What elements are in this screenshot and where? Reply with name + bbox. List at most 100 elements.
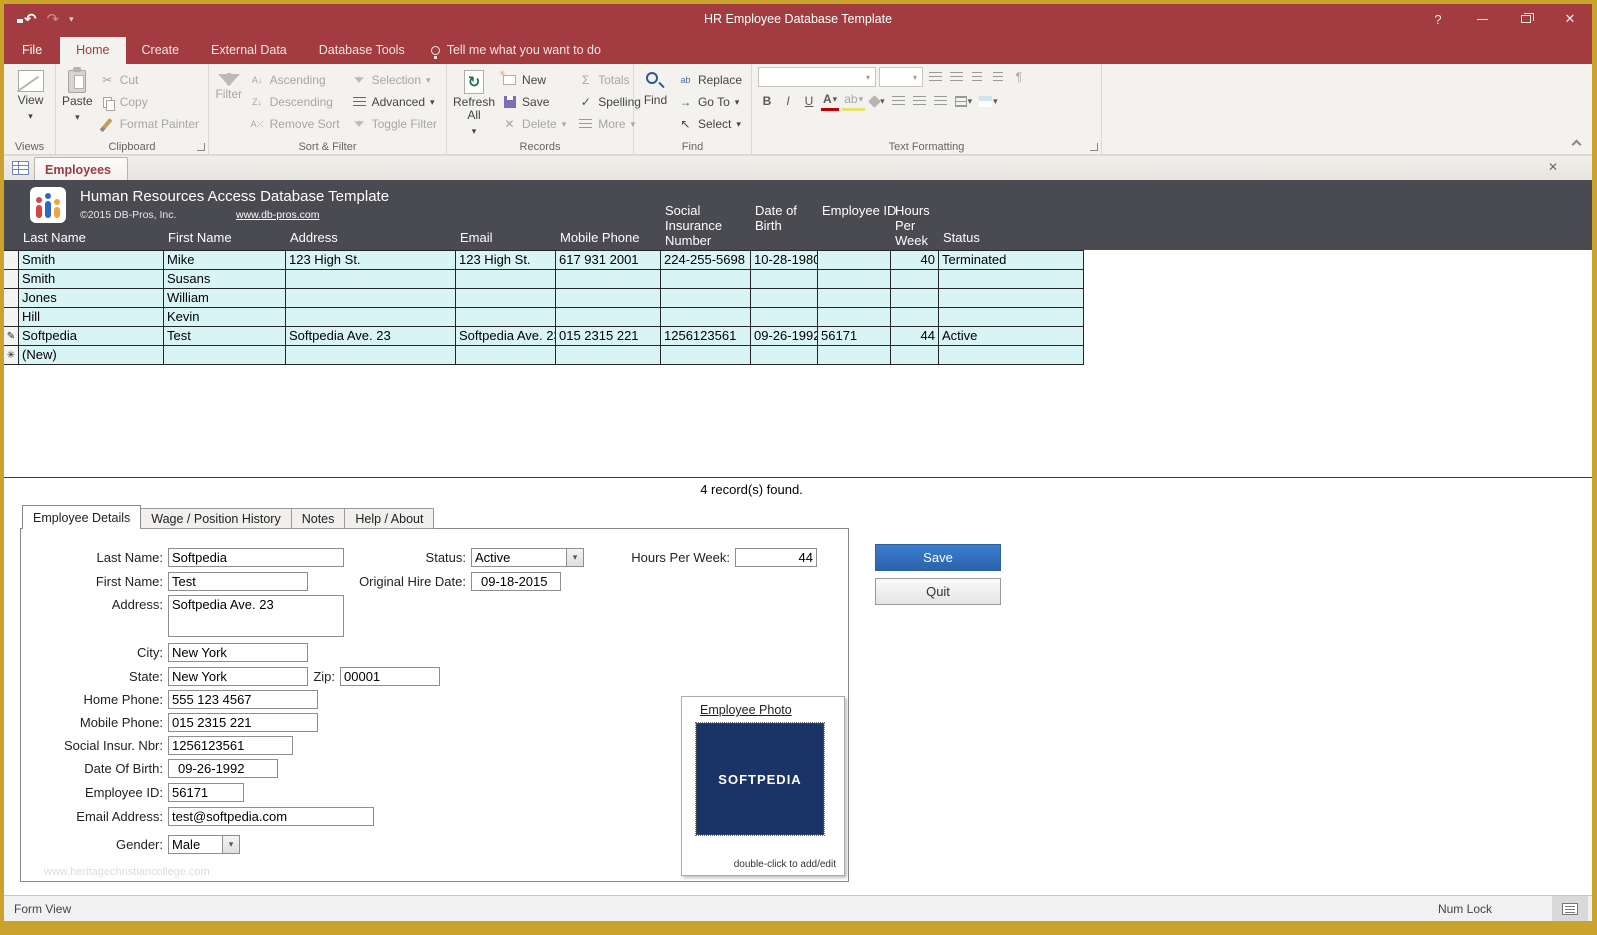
view-button[interactable]: View (10, 67, 51, 123)
state-input[interactable] (168, 667, 308, 686)
tab-employee-details[interactable]: Employee Details (22, 505, 141, 529)
highlight-color-button[interactable]: ab (842, 91, 865, 111)
table-cell[interactable] (556, 346, 661, 364)
italic-button[interactable]: I (779, 91, 797, 111)
tab-create[interactable]: Create (126, 37, 196, 64)
table-cell[interactable]: Smith (19, 270, 164, 288)
zip-input[interactable] (340, 667, 440, 686)
customize-qat-icon[interactable] (69, 14, 74, 25)
home-phone-input[interactable] (168, 690, 318, 709)
table-cell[interactable] (661, 346, 751, 364)
table-cell[interactable] (818, 289, 891, 307)
replace-button[interactable]: ab Replace (673, 69, 747, 91)
table-cell[interactable] (456, 289, 556, 307)
row-selector[interactable]: ✳ (4, 346, 19, 364)
select-button[interactable]: ↖ Select (673, 113, 747, 135)
font-name-combobox[interactable]: ▾ (758, 67, 876, 87)
advanced-button[interactable]: Advanced (347, 91, 442, 113)
new-record-button[interactable]: New (497, 69, 571, 91)
descending-button[interactable]: Z↓ Descending (245, 91, 345, 113)
font-color-button[interactable]: A (821, 91, 839, 111)
table-cell[interactable] (456, 270, 556, 288)
numbering-icon[interactable] (947, 67, 965, 87)
table-cell[interactable]: Jones (19, 289, 164, 307)
city-input[interactable] (168, 643, 308, 662)
gridlines-button[interactable] (953, 91, 975, 111)
employee-photo[interactable]: SOFTPEDIA (696, 723, 824, 835)
alternate-row-color-button[interactable] (977, 91, 1000, 111)
table-cell[interactable] (286, 270, 456, 288)
table-cell[interactable]: Softpedia Ave. 23 (286, 327, 456, 345)
table-cell[interactable] (456, 346, 556, 364)
tab-home[interactable]: Home (60, 37, 125, 64)
table-cell[interactable]: 617 931 2001 (556, 251, 661, 269)
tab-wage-position-history[interactable]: Wage / Position History (141, 508, 291, 529)
align-left-icon[interactable] (890, 91, 908, 111)
fill-color-button[interactable] (868, 91, 887, 111)
delete-record-button[interactable]: ✕ Delete (497, 113, 571, 135)
original-hire-date-input[interactable] (471, 572, 561, 591)
close-object-icon[interactable]: ✕ (1548, 160, 1558, 174)
tab-notes[interactable]: Notes (292, 508, 346, 529)
table-cell[interactable]: Test (164, 327, 286, 345)
undo-icon[interactable]: ↶ (24, 12, 37, 27)
bullets-icon[interactable] (926, 67, 944, 87)
bold-button[interactable]: B (758, 91, 776, 111)
table-cell[interactable]: 123 High St. (286, 251, 456, 269)
table-cell[interactable] (556, 270, 661, 288)
save-record-button[interactable]: Save (497, 91, 571, 113)
table-cell[interactable] (818, 346, 891, 364)
table-cell[interactable]: 44 (891, 327, 939, 345)
refresh-all-button[interactable]: ↻ Refresh All (453, 67, 495, 138)
gender-input[interactable] (168, 835, 222, 854)
paste-button[interactable]: Paste (62, 67, 93, 124)
toggle-filter-button[interactable]: Toggle Filter (347, 113, 442, 135)
table-cell[interactable]: (New) (19, 346, 164, 364)
email-address-input[interactable] (168, 807, 374, 826)
close-icon[interactable]: ✕ (1548, 4, 1592, 34)
go-to-button[interactable]: → Go To (673, 91, 747, 113)
restore-icon[interactable] (1504, 4, 1548, 34)
row-selector[interactable] (4, 308, 19, 326)
table-cell[interactable]: Terminated (939, 251, 1084, 269)
align-center-icon[interactable] (911, 91, 929, 111)
table-cell[interactable] (456, 308, 556, 326)
tab-help-about[interactable]: Help / About (345, 508, 434, 529)
table-cell[interactable]: 1256123561 (661, 327, 751, 345)
table-cell[interactable]: Kevin (164, 308, 286, 326)
table-cell[interactable] (751, 270, 818, 288)
table-cell[interactable] (818, 270, 891, 288)
social-insurance-input[interactable] (168, 736, 293, 755)
table-cell[interactable] (556, 308, 661, 326)
clipboard-dialog-launcher-icon[interactable] (197, 143, 205, 151)
collapse-ribbon-icon[interactable] (1572, 138, 1582, 148)
ascending-button[interactable]: A↓ Ascending (245, 69, 345, 91)
table-cell[interactable] (891, 289, 939, 307)
table-cell[interactable] (939, 346, 1084, 364)
tell-me-box[interactable]: Tell me what you want to do (421, 37, 611, 64)
table-cell[interactable]: 56171 (818, 327, 891, 345)
save-button[interactable]: Save (875, 544, 1001, 571)
find-button[interactable]: Find (640, 67, 671, 107)
table-cell[interactable]: 10-28-1980 (751, 251, 818, 269)
table-cell[interactable] (164, 346, 286, 364)
table-cell[interactable] (939, 308, 1084, 326)
hours-per-week-input[interactable] (735, 548, 817, 567)
selection-button[interactable]: Selection (347, 69, 442, 91)
table-cell[interactable]: Mike (164, 251, 286, 269)
format-painter-button[interactable]: Format Painter (95, 113, 204, 135)
table-cell[interactable]: Softpedia Ave. 23 (456, 327, 556, 345)
chevron-down-icon[interactable]: ▾ (222, 835, 240, 854)
text-direction-icon[interactable]: ¶ (1010, 67, 1028, 87)
table-cell[interactable] (939, 289, 1084, 307)
table-cell[interactable]: 224-255-5698 (661, 251, 751, 269)
date-of-birth-input[interactable] (168, 759, 278, 778)
remove-sort-button[interactable]: A⤬ Remove Sort (245, 113, 345, 135)
row-selector[interactable]: ✎ (4, 327, 19, 345)
address-input[interactable]: Softpedia Ave. 23 (168, 595, 344, 637)
table-cell[interactable] (891, 270, 939, 288)
increase-indent-icon[interactable] (989, 67, 1007, 87)
minimize-icon[interactable] (1460, 4, 1504, 34)
tab-file[interactable]: File (4, 37, 60, 64)
tab-database-tools[interactable]: Database Tools (303, 37, 421, 64)
